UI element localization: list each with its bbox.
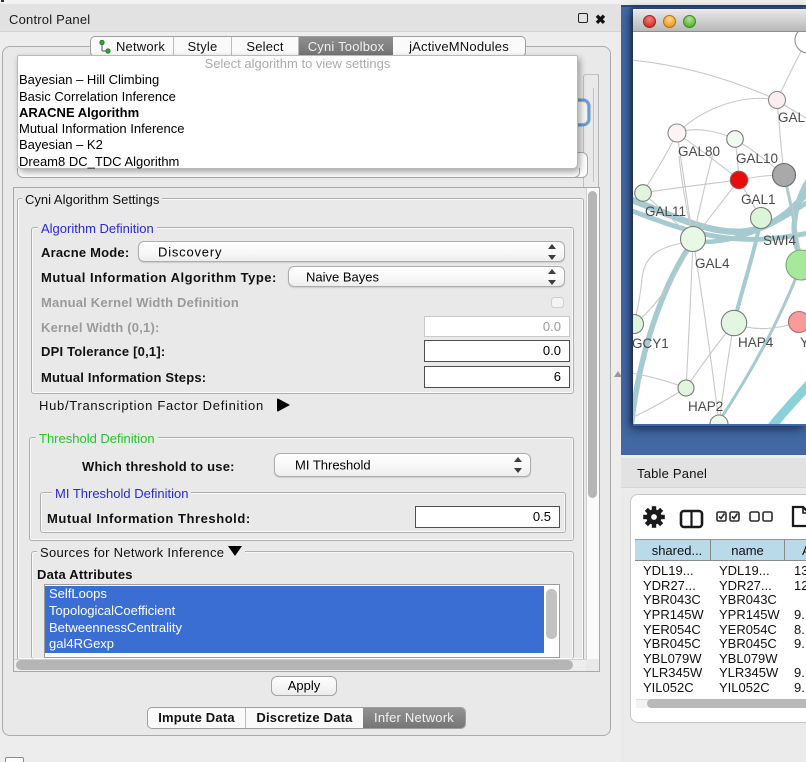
svg-text:HAP2: HAP2 <box>688 399 723 414</box>
svg-text:GAL10: GAL10 <box>736 151 778 166</box>
svg-text:GAL4: GAL4 <box>695 256 730 271</box>
svg-text:GAL: GAL <box>778 110 806 125</box>
svg-text:GAL80: GAL80 <box>678 144 720 159</box>
svg-text:GCY1: GCY1 <box>633 336 669 351</box>
svg-text:Y: Y <box>800 335 806 350</box>
svg-text:GAL1: GAL1 <box>741 192 776 207</box>
svg-text:HAP4: HAP4 <box>738 335 774 350</box>
svg-text:SWI4: SWI4 <box>763 233 796 248</box>
svg-text:GAL11: GAL11 <box>645 204 686 219</box>
